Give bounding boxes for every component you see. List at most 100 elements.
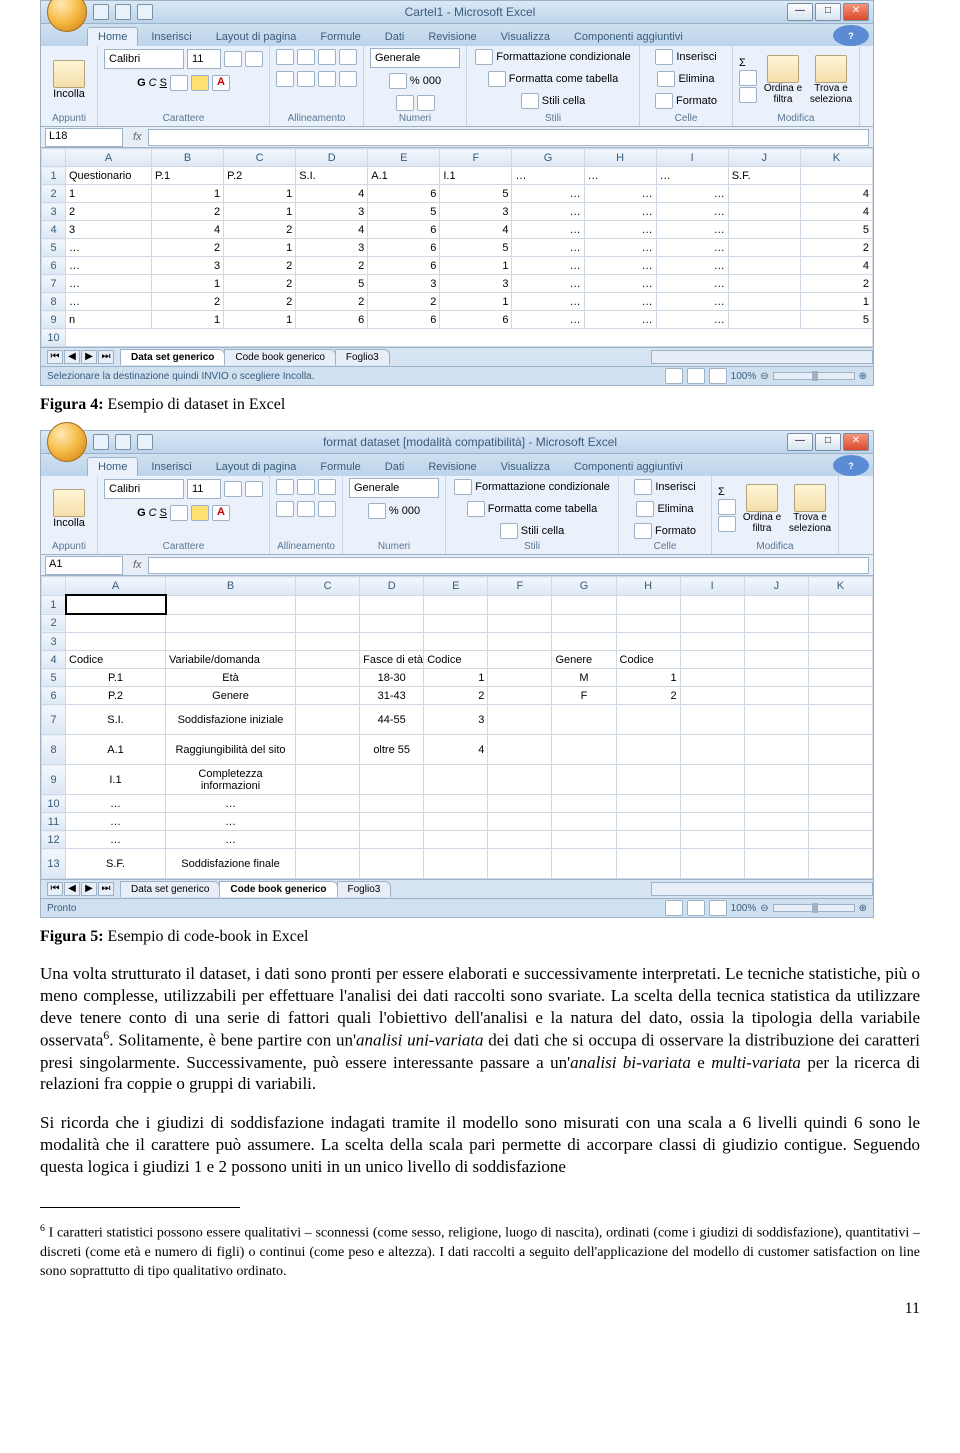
cell[interactable]: 5: [800, 311, 872, 329]
col-header[interactable]: B: [166, 577, 296, 596]
cell[interactable]: …: [584, 257, 656, 275]
cell[interactable]: …: [512, 275, 584, 293]
cell[interactable]: 2: [224, 293, 296, 311]
col-header[interactable]: C: [224, 149, 296, 167]
bold-button[interactable]: G: [137, 507, 146, 519]
fill-icon[interactable]: [739, 70, 757, 86]
close-button[interactable]: ✕: [843, 433, 869, 451]
cell[interactable]: 6: [368, 257, 440, 275]
as-table-button[interactable]: Formatta come tabella: [509, 73, 618, 85]
italic-button[interactable]: C: [149, 77, 157, 89]
col-header[interactable]: G: [552, 577, 616, 596]
name-box[interactable]: A1: [45, 556, 123, 575]
cell[interactable]: 2: [224, 275, 296, 293]
cell[interactable]: 1: [440, 293, 512, 311]
format-icon[interactable]: [634, 523, 652, 539]
cell[interactable]: 5: [440, 185, 512, 203]
next-sheet-icon[interactable]: ▶: [81, 882, 97, 896]
sheet-tab[interactable]: Data set generico: [120, 349, 225, 365]
inc-decimal-icon[interactable]: [396, 95, 414, 111]
h-scrollbar[interactable]: [651, 882, 873, 896]
col-header[interactable]: C: [296, 577, 360, 596]
fill-color-icon[interactable]: [191, 75, 209, 91]
zoom-in-button[interactable]: ⊕: [859, 371, 867, 382]
cell[interactable]: …: [66, 293, 152, 311]
cell[interactable]: I.1: [440, 167, 512, 185]
cell[interactable]: …: [656, 185, 728, 203]
save-icon[interactable]: [93, 434, 109, 450]
col-header[interactable]: H: [584, 149, 656, 167]
autosum-icon[interactable]: Σ: [718, 486, 736, 498]
font-select[interactable]: Calibri: [104, 49, 184, 69]
redo-icon[interactable]: [137, 434, 153, 450]
cell[interactable]: …: [512, 257, 584, 275]
last-sheet-icon[interactable]: ⏭: [98, 350, 114, 364]
tab-view[interactable]: Visualizza: [490, 457, 561, 476]
align-middle-icon[interactable]: [297, 49, 315, 65]
fill-icon[interactable]: [718, 499, 736, 515]
sort-filter-button[interactable]: Ordina e filtra: [740, 484, 784, 534]
font-select[interactable]: Calibri: [104, 479, 184, 499]
h-scrollbar[interactable]: [651, 350, 873, 364]
row-header[interactable]: 1: [42, 167, 66, 185]
maximize-button[interactable]: □: [815, 433, 841, 451]
cell[interactable]: …: [656, 275, 728, 293]
italic-button[interactable]: C: [149, 507, 157, 519]
col-header[interactable]: K: [800, 149, 872, 167]
insert-button[interactable]: Inserisci: [676, 51, 716, 63]
zoom-out-button[interactable]: ⊖: [760, 371, 768, 382]
cell[interactable]: 2: [224, 257, 296, 275]
help-icon[interactable]: ?: [833, 455, 869, 476]
fx-icon[interactable]: fx: [133, 559, 142, 571]
align-left-icon[interactable]: [276, 501, 294, 517]
cell[interactable]: 4: [440, 221, 512, 239]
maximize-button[interactable]: □: [815, 3, 841, 21]
name-box[interactable]: L18: [45, 128, 123, 147]
col-header[interactable]: G: [512, 149, 584, 167]
cell[interactable]: 1: [152, 275, 224, 293]
last-sheet-icon[interactable]: ⏭: [98, 882, 114, 896]
row-header[interactable]: 9: [42, 311, 66, 329]
shrink-font-icon[interactable]: [245, 481, 263, 497]
cell[interactable]: P.2: [224, 167, 296, 185]
borders-icon[interactable]: [170, 505, 188, 521]
cell[interactable]: 1: [440, 257, 512, 275]
underline-button[interactable]: S: [160, 77, 167, 89]
row-header[interactable]: 7: [42, 275, 66, 293]
cell[interactable]: 3: [440, 203, 512, 221]
next-sheet-icon[interactable]: ▶: [81, 350, 97, 364]
sheet-tab[interactable]: Code book generico: [224, 349, 336, 365]
cell[interactable]: S.F.: [728, 167, 800, 185]
formula-input[interactable]: [148, 557, 869, 574]
cell[interactable]: 2: [368, 293, 440, 311]
col-header[interactable]: B: [152, 149, 224, 167]
cell[interactable]: [728, 293, 800, 311]
cell[interactable]: …: [584, 185, 656, 203]
zoom-slider[interactable]: [773, 904, 855, 912]
percent-icon[interactable]: %: [410, 75, 420, 87]
cell[interactable]: 6: [368, 239, 440, 257]
col-header[interactable]: D: [360, 577, 424, 596]
tab-review[interactable]: Revisione: [417, 27, 487, 46]
col-header[interactable]: J: [728, 149, 800, 167]
grow-font-icon[interactable]: [224, 481, 242, 497]
cell[interactable]: …: [66, 257, 152, 275]
cell[interactable]: [728, 257, 800, 275]
cell[interactable]: 2: [224, 221, 296, 239]
tab-formulas[interactable]: Formule: [309, 27, 371, 46]
cell-styles-button[interactable]: Stili cella: [521, 525, 564, 537]
insert-icon[interactable]: [634, 479, 652, 495]
tab-addins[interactable]: Componenti aggiuntivi: [563, 27, 694, 46]
first-sheet-icon[interactable]: ⏮: [47, 350, 63, 364]
orientation-icon[interactable]: [339, 49, 357, 65]
col-header[interactable]: J: [744, 577, 808, 596]
cell[interactable]: [800, 167, 872, 185]
tab-layout[interactable]: Layout di pagina: [205, 27, 308, 46]
view-break-icon[interactable]: [709, 900, 727, 916]
cell[interactable]: 3: [368, 275, 440, 293]
thousands-icon[interactable]: 000: [402, 505, 420, 517]
help-icon[interactable]: ?: [833, 25, 869, 46]
cell[interactable]: Questionario: [66, 167, 152, 185]
cell[interactable]: S.I.: [296, 167, 368, 185]
cell[interactable]: …: [656, 239, 728, 257]
